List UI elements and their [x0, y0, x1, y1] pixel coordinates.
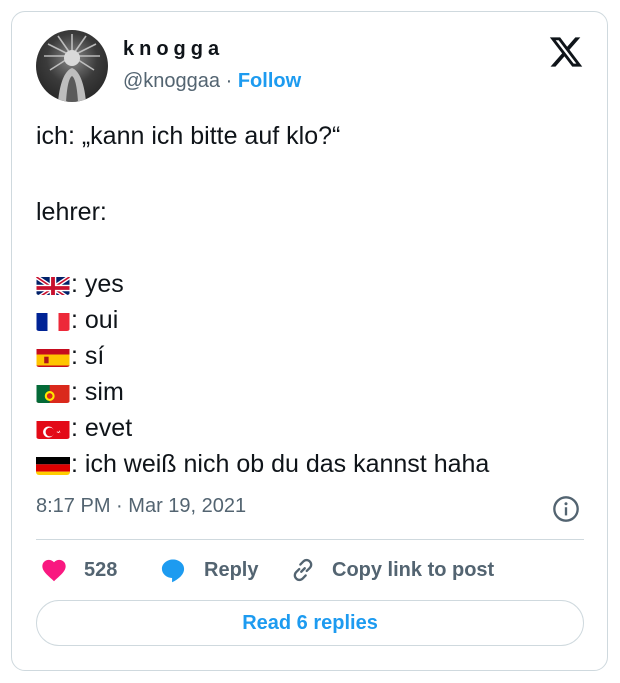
like-count: 528 [84, 558, 118, 581]
turkey-flag-icon [36, 417, 70, 439]
read-replies-button[interactable]: Read 6 replies [36, 600, 584, 646]
handle-row: @knoggaa · Follow [123, 70, 301, 93]
france-flag-icon [36, 309, 70, 331]
heart-icon [42, 559, 66, 582]
reply-icon [161, 559, 185, 583]
answer-line: : yes [36, 266, 124, 302]
spain-flag-icon [36, 345, 70, 367]
answer-text: : evet [71, 414, 133, 442]
x-logo-icon[interactable] [548, 34, 584, 70]
answer-text: : sim [71, 378, 124, 406]
link-icon [293, 558, 313, 582]
handle[interactable]: @knoggaa [123, 70, 220, 92]
uk-flag-icon [36, 273, 70, 295]
answer-line: : evet [36, 410, 132, 446]
tweet-card: knogga @knoggaa · Follow ich: „kann ich … [11, 11, 608, 671]
answer-text: : oui [71, 306, 119, 334]
portugal-flag-icon [36, 381, 70, 403]
answer-line: : ich weiß nich ob du das kannst haha [36, 446, 489, 482]
divider [36, 539, 584, 540]
answer-text: : yes [71, 270, 124, 298]
info-icon[interactable] [552, 495, 580, 523]
tweet-timestamp[interactable]: 8:17 PM · Mar 19, 2021 [36, 495, 246, 518]
like-button[interactable]: 528 [40, 555, 117, 585]
answer-text: : sí [71, 342, 105, 370]
answer-text: : ich weiß nich ob du das kannst haha [71, 450, 490, 478]
handle-separator: · [225, 70, 233, 92]
reply-button[interactable]: Reply [158, 555, 258, 585]
answer-line: : oui [36, 302, 118, 338]
answer-line: : sí [36, 338, 104, 374]
display-name[interactable]: knogga [123, 38, 224, 61]
copy-link-label: Copy link to post [332, 558, 495, 581]
follow-link[interactable]: Follow [238, 70, 301, 92]
read-replies-label: Read 6 replies [242, 611, 378, 634]
tweet-time: 8:17 PM [36, 495, 111, 517]
tweet-line-ask: ich: „kann ich bitte auf klo?“ [36, 122, 341, 150]
answer-line: : sim [36, 374, 124, 410]
copy-link-button[interactable]: Copy link to post [288, 555, 494, 585]
avatar-image [44, 34, 100, 102]
reply-label: Reply [204, 558, 259, 581]
tweet-date: Mar 19, 2021 [128, 495, 247, 517]
germany-flag-icon [36, 453, 70, 475]
avatar[interactable] [36, 30, 108, 102]
timestamp-separator: · [116, 495, 123, 517]
tweet-line-teacher: lehrer: [36, 198, 107, 226]
